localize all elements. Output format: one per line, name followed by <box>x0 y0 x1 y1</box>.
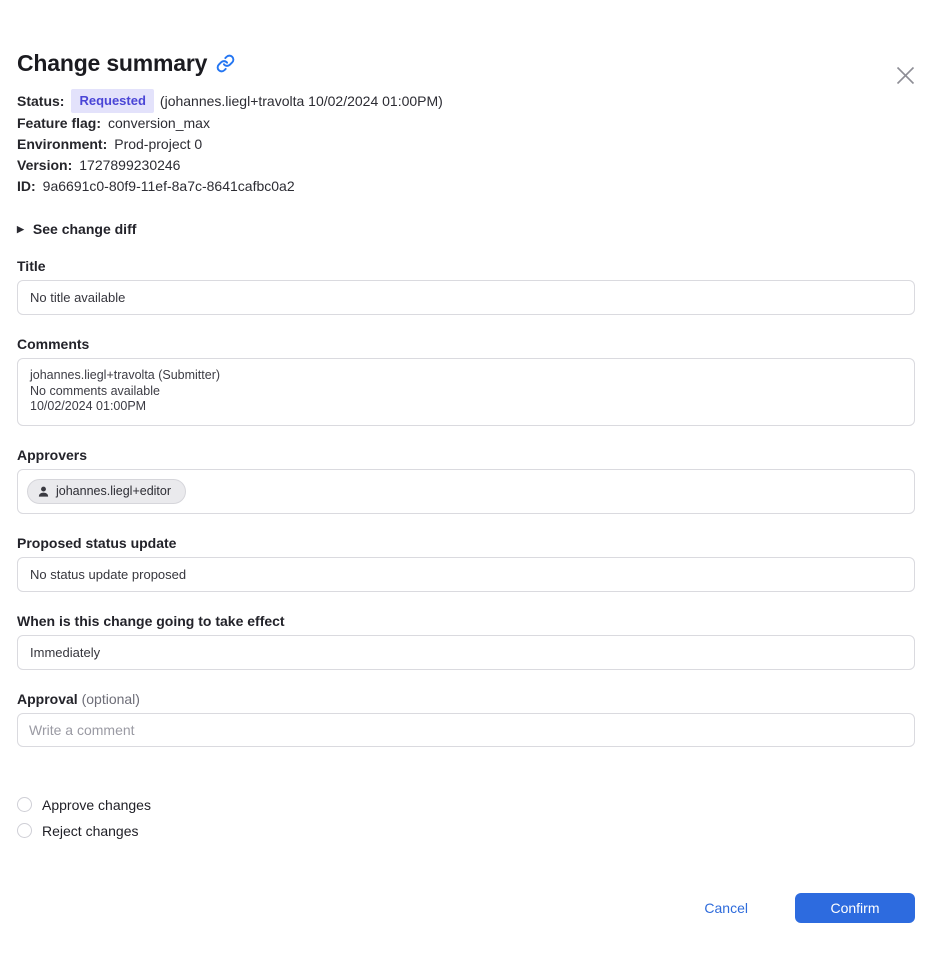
environment-row: Environment: Prod-project 0 <box>17 134 915 155</box>
see-change-diff-label: See change diff <box>32 221 137 237</box>
environment-value: Prod-project 0 <box>114 136 203 152</box>
see-change-diff-toggle[interactable]: ▶ See change diff <box>17 221 136 237</box>
effect-section-label: When is this change going to take effect <box>17 612 285 629</box>
title-value: No title available <box>30 290 126 305</box>
approver-chip-label: johannes.liegl+editor <box>56 484 172 498</box>
reject-changes-option[interactable]: Reject changes <box>17 823 915 839</box>
approval-decision-group: Approve changes Reject changes <box>17 797 915 839</box>
confirm-button[interactable]: Confirm <box>795 893 915 923</box>
version-label: Version: <box>17 157 73 173</box>
approval-comment-input[interactable] <box>17 712 915 747</box>
chevron-right-icon: ▶ <box>17 223 24 234</box>
environment-label: Environment: <box>17 136 108 152</box>
id-row: ID: 9a6691c0-80f9-11ef-8a7c-8641cafbc0a2 <box>17 176 915 197</box>
close-icon <box>895 65 916 86</box>
status-label: Status: <box>17 92 65 109</box>
link-icon <box>216 54 235 73</box>
comment-timestamp-line: 10/02/2024 01:00PM <box>30 399 147 413</box>
approve-changes-label: Approve changes <box>42 796 151 813</box>
comment-submitter-line: johannes.liegl+travolta (Submitter) <box>30 368 221 382</box>
comments-section-label: Comments <box>17 336 90 352</box>
metadata-list: Status: Requested (johannes.liegl+travol… <box>17 89 915 197</box>
id-value: 9a6691c0-80f9-11ef-8a7c-8641cafbc0a2 <box>42 178 295 194</box>
approval-section-label: Approval (optional) <box>17 691 915 707</box>
copy-link-button[interactable] <box>216 54 235 73</box>
status-detail: (johannes.liegl+travolta 10/02/2024 01:0… <box>159 92 443 109</box>
approve-changes-option[interactable]: Approve changes <box>17 797 915 813</box>
status-row: Status: Requested (johannes.liegl+travol… <box>17 89 915 113</box>
change-summary-dialog: Change summary Status: Requested (johann… <box>0 50 929 839</box>
feature-flag-value: conversion_max <box>108 115 210 131</box>
effect-value: Immediately <box>30 644 101 660</box>
version-row: Version: 1727899230246 <box>17 155 915 176</box>
reject-changes-radio[interactable] <box>17 823 32 838</box>
comment-body-line: No comments available <box>30 383 160 398</box>
status-badge: Requested <box>71 89 154 113</box>
feature-flag-label: Feature flag: <box>17 115 102 131</box>
proposed-status-value: No status update proposed <box>30 566 187 582</box>
dialog-title-text: Change summary <box>17 50 208 76</box>
cancel-button[interactable]: Cancel <box>704 900 748 916</box>
version-value: 1727899230246 <box>79 157 181 173</box>
person-icon <box>37 485 50 498</box>
title-section-label: Title <box>17 258 46 274</box>
approver-chip: johannes.liegl+editor <box>27 478 187 504</box>
effect-box: Immediately <box>17 634 915 670</box>
dialog-footer: Cancel Confirm <box>704 893 915 923</box>
approval-label-text: Approval <box>17 690 78 707</box>
reject-changes-label: Reject changes <box>42 822 139 839</box>
feature-flag-row: Feature flag: conversion_max <box>17 113 915 134</box>
approve-changes-radio[interactable] <box>17 797 32 812</box>
page-title: Change summary <box>17 50 915 77</box>
approvers-section-label: Approvers <box>17 446 88 463</box>
approval-optional-text: (optional) <box>81 690 140 707</box>
proposed-status-section-label: Proposed status update <box>17 534 177 551</box>
proposed-status-box: No status update proposed <box>17 556 915 592</box>
comments-box: johannes.liegl+travolta (Submitter) No c… <box>17 358 915 426</box>
approvers-box: johannes.liegl+editor <box>17 468 915 514</box>
id-label: ID: <box>17 178 36 194</box>
close-button[interactable] <box>892 62 918 88</box>
title-value-box: No title available <box>17 280 915 315</box>
